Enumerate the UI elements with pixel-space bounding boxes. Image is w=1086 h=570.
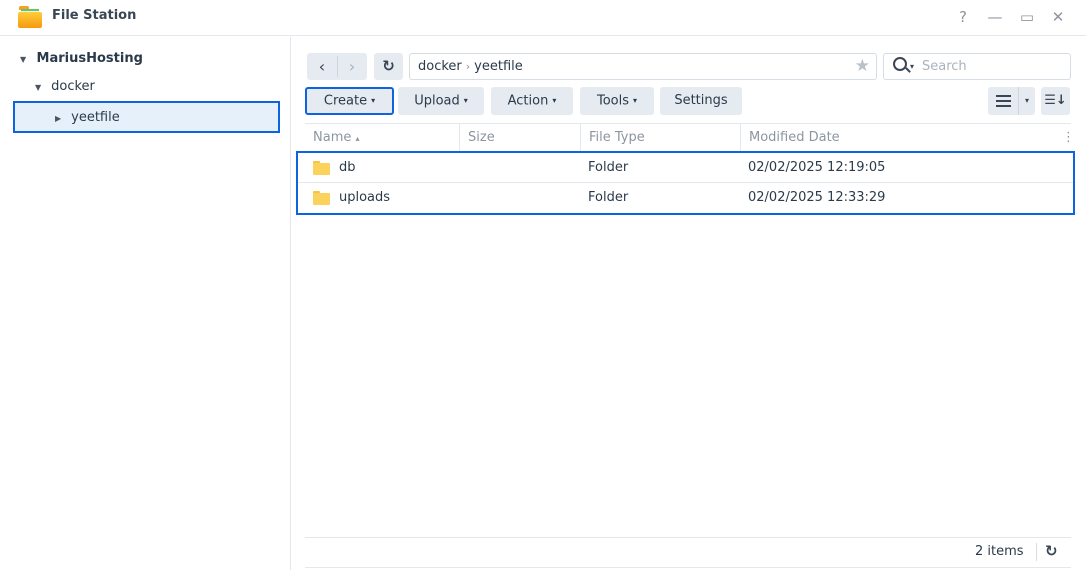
breadcrumb-docker[interactable]: docker (418, 59, 462, 74)
expand-arrow-icon[interactable]: ▼ (35, 74, 47, 102)
tree-item-mariushosting[interactable]: ▼ MariusHosting (20, 45, 143, 73)
search-icon[interactable] (893, 57, 907, 71)
maximize-icon[interactable]: ▭ (1017, 7, 1037, 27)
breadcrumb-yeetfile[interactable]: yeetfile (474, 59, 523, 74)
file-type: Folder (588, 190, 629, 205)
navigation-group: ‹ › (307, 53, 367, 80)
column-label: Name (313, 130, 352, 145)
folder-icon (313, 191, 330, 205)
upload-button-label: Upload (414, 93, 460, 109)
dropdown-caret-icon: ▾ (463, 96, 468, 105)
view-mode-group: ▾ (988, 87, 1035, 115)
dropdown-caret-icon: ▾ (371, 96, 376, 105)
path-breadcrumb[interactable]: docker › yeetfile ★ (409, 53, 877, 80)
sort-button[interactable]: ☰↓ (1041, 87, 1070, 115)
tree-item-docker[interactable]: ▼ docker (35, 73, 95, 101)
breadcrumb-separator-icon: › (465, 60, 471, 73)
column-header-file-type[interactable]: File Type (581, 124, 740, 152)
view-mode-caret-icon[interactable]: ▾ (1021, 87, 1033, 115)
file-type: Folder (588, 160, 629, 175)
search-input[interactable] (922, 56, 1062, 77)
file-list: db Folder 02/02/2025 12:19:05 uploads Fo… (296, 151, 1075, 215)
column-header-name[interactable]: Name ▴ (305, 124, 459, 152)
refresh-button[interactable]: ↻ (374, 53, 403, 80)
action-button-label: Action (507, 93, 549, 109)
minimize-icon[interactable]: — (985, 7, 1005, 27)
file-name: db (339, 160, 356, 175)
tree-item-label: yeetfile (71, 110, 120, 125)
search-box: ▾ (883, 53, 1071, 80)
collapse-arrow-icon[interactable]: ▶ (55, 104, 67, 134)
search-options-caret-icon[interactable]: ▾ (910, 54, 914, 79)
forward-button[interactable]: › (337, 53, 367, 80)
table-row[interactable]: db Folder 02/02/2025 12:19:05 (298, 153, 1073, 183)
title-bar: File Station ? — ▭ ✕ (0, 0, 1086, 36)
tree-item-label: docker (51, 79, 95, 94)
expand-arrow-icon[interactable]: ▼ (20, 46, 32, 74)
column-menu-icon[interactable]: ⋮ (1062, 124, 1075, 152)
column-header-modified-date[interactable]: Modified Date (741, 124, 1041, 152)
file-station-app-icon (18, 6, 42, 28)
help-icon[interactable]: ? (953, 7, 973, 27)
table-row[interactable]: uploads Folder 02/02/2025 12:33:29 (298, 183, 1073, 212)
tree-item-label: MariusHosting (36, 51, 143, 66)
create-button[interactable]: Create ▾ (305, 87, 394, 115)
modified-date: 02/02/2025 12:33:29 (748, 190, 886, 205)
app-title: File Station (52, 8, 137, 23)
settings-button[interactable]: Settings (660, 87, 742, 115)
items-count: 2 items (975, 544, 1024, 559)
file-name: uploads (339, 190, 391, 205)
favorite-star-icon[interactable]: ★ (855, 54, 870, 79)
dropdown-caret-icon: ▾ (552, 96, 557, 105)
folder-icon (313, 161, 330, 175)
modified-date: 02/02/2025 12:19:05 (748, 160, 886, 175)
upload-button[interactable]: Upload ▾ (398, 87, 484, 115)
list-view-icon[interactable] (996, 95, 1011, 107)
tools-button-label: Tools (596, 93, 629, 109)
tools-button[interactable]: Tools ▾ (580, 87, 654, 115)
footer-refresh-icon[interactable]: ↻ (1045, 542, 1058, 560)
column-header-size[interactable]: Size (460, 124, 580, 152)
close-icon[interactable]: ✕ (1048, 7, 1068, 27)
create-button-label: Create (323, 93, 368, 109)
sort-ascending-icon: ▴ (355, 134, 360, 143)
back-button[interactable]: ‹ (307, 53, 337, 80)
dropdown-caret-icon: ▾ (633, 96, 638, 105)
folder-tree-sidebar: ▼ MariusHosting ▼ docker ▶ yeetfile (0, 37, 291, 570)
action-button[interactable]: Action ▾ (491, 87, 573, 115)
tree-item-yeetfile[interactable]: ▶ yeetfile (13, 101, 280, 133)
